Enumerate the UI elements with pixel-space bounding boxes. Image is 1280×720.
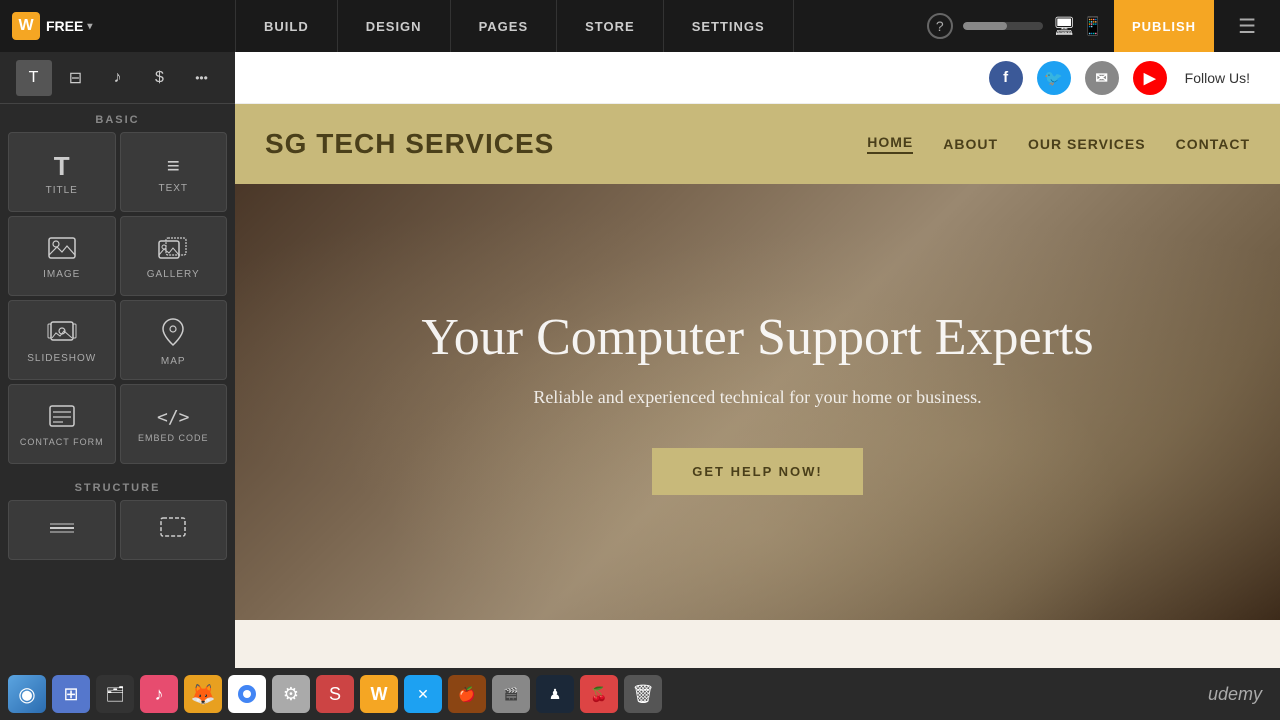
sequel-icon[interactable]: S — [316, 675, 354, 713]
hero-subtitle: Reliable and experienced technical for y… — [421, 387, 1093, 408]
text-icon: ≡ — [167, 155, 180, 177]
embed-code-label: EMBED CODE — [138, 433, 209, 443]
top-nav: BUILD DESIGN PAGES STORE SETTINGS — [235, 0, 927, 52]
contact-form-icon — [49, 405, 75, 431]
twitter-task-icon[interactable]: ✕ — [404, 675, 442, 713]
nav-pages[interactable]: PAGES — [451, 0, 558, 52]
text-tool[interactable]: ≡ TEXT — [120, 132, 228, 212]
nav-contact[interactable]: CONTACT — [1176, 136, 1250, 152]
site-logo: SG TECH SERVICES — [265, 128, 554, 160]
slideshow-tool[interactable]: SLIDESHOW — [8, 300, 116, 380]
divider-icon — [49, 518, 75, 540]
launchpad-icon[interactable]: ⊞ — [52, 675, 90, 713]
follow-bar: f 🐦 ✉ ▶ Follow Us! — [235, 52, 1280, 104]
help-button[interactable]: ? — [927, 13, 953, 39]
sidebar: T ⊟ ♪ $ ••• BASIC T TITLE ≡ TEXT — [0, 52, 235, 668]
title-tool[interactable]: T TITLE — [8, 132, 116, 212]
app3-icon[interactable]: 🗂 — [96, 675, 134, 713]
progress-bar — [963, 22, 1043, 30]
plan-label[interactable]: FREE ▾ — [46, 18, 92, 34]
image-icon — [48, 237, 76, 263]
twitter-icon[interactable]: 🐦 — [1037, 61, 1071, 95]
nav-store[interactable]: STORE — [557, 0, 664, 52]
contact-form-tool[interactable]: CONTACT FORM — [8, 384, 116, 464]
top-right-controls: ? 🖥 📱 PUBLISH ☰ — [927, 0, 1280, 52]
nav-home[interactable]: HOME — [867, 134, 913, 154]
map-tool[interactable]: MAP — [120, 300, 228, 380]
device-switcher: 🖥 📱 — [1053, 16, 1104, 37]
logo-area: W FREE ▾ — [0, 0, 235, 52]
toolbar-icons: T ⊟ ♪ $ ••• — [0, 52, 235, 104]
container-tool[interactable] — [120, 500, 228, 560]
weebly-logo[interactable]: W — [12, 12, 40, 40]
basic-tools-grid: T TITLE ≡ TEXT IMAGE — [0, 132, 235, 472]
email-icon[interactable]: ✉ — [1085, 61, 1119, 95]
top-bar: W FREE ▾ BUILD DESIGN PAGES STORE SETTIN… — [0, 0, 1280, 52]
map-icon — [162, 318, 184, 350]
facebook-icon[interactable]: f — [989, 61, 1023, 95]
gallery-icon — [158, 237, 188, 263]
hero-content: Your Computer Support Experts Reliable a… — [381, 309, 1133, 494]
website-preview: f 🐦 ✉ ▶ Follow Us! SG TECH SERVICES HOME… — [235, 52, 1280, 668]
app13-icon[interactable]: 🍒 — [580, 675, 618, 713]
youtube-icon[interactable]: ▶ — [1133, 61, 1167, 95]
gallery-tool[interactable]: GALLERY — [120, 216, 228, 296]
embed-code-icon: </> — [157, 409, 190, 427]
basic-section-title: BASIC — [0, 104, 235, 132]
settings-icon[interactable]: ⚙ — [272, 675, 310, 713]
nav-about[interactable]: ABOUT — [943, 136, 998, 152]
hero-cta-button[interactable]: GET HELP NOW! — [652, 448, 862, 495]
weebly-task-icon[interactable]: W — [360, 675, 398, 713]
map-label: MAP — [161, 356, 186, 367]
site-header: SG TECH SERVICES HOME ABOUT OUR SERVICES… — [235, 104, 1280, 184]
title-label: TITLE — [46, 185, 78, 196]
desktop-icon[interactable]: 🖥 — [1053, 16, 1076, 37]
steam-icon[interactable]: ♟ — [536, 675, 574, 713]
structure-section-title: STRUCTURE — [0, 472, 235, 500]
hamburger-menu[interactable]: ☰ — [1224, 14, 1270, 39]
publish-button[interactable]: PUBLISH — [1114, 0, 1214, 52]
nav-settings[interactable]: SETTINGS — [664, 0, 794, 52]
main-layout: T ⊟ ♪ $ ••• BASIC T TITLE ≡ TEXT — [0, 52, 1280, 668]
image-tool[interactable]: IMAGE — [8, 216, 116, 296]
more-tools-button[interactable]: ••• — [184, 60, 220, 96]
text-tool-button[interactable]: T — [16, 60, 52, 96]
slideshow-label: SLIDESHOW — [27, 353, 96, 364]
udemy-logo: udemy — [1208, 684, 1272, 705]
progress-fill — [963, 22, 1007, 30]
nav-our-services[interactable]: OUR SERVICES — [1028, 136, 1146, 152]
contact-form-label: CONTACT FORM — [20, 437, 104, 447]
finder-icon[interactable]: ◉ — [8, 675, 46, 713]
gallery-label: GALLERY — [147, 269, 200, 280]
chrome-icon[interactable] — [228, 675, 266, 713]
image-label: IMAGE — [43, 269, 80, 280]
content-area: f 🐦 ✉ ▶ Follow Us! SG TECH SERVICES HOME… — [235, 52, 1280, 668]
slideshow-icon — [47, 321, 77, 347]
embed-code-tool[interactable]: </> EMBED CODE — [120, 384, 228, 464]
taskbar: ◉ ⊞ 🗂 ♪ 🦊 ⚙ S W ✕ 🍎 🎬 ♟ 🍒 🗑 udemy — [0, 668, 1280, 720]
app10-icon[interactable]: 🍎 — [448, 675, 486, 713]
title-icon: T — [54, 153, 70, 179]
itunes-icon[interactable]: ♪ — [140, 675, 178, 713]
divider-tool[interactable] — [8, 500, 116, 560]
layout-tool-button[interactable]: ⊟ — [58, 60, 94, 96]
mobile-icon[interactable]: 📱 — [1082, 16, 1104, 37]
follow-us-text: Follow Us! — [1185, 70, 1250, 86]
dollar-tool-button[interactable]: $ — [142, 60, 178, 96]
music-tool-button[interactable]: ♪ — [100, 60, 136, 96]
structure-tools-grid — [0, 500, 235, 568]
firefox-icon[interactable]: 🦊 — [184, 675, 222, 713]
nav-design[interactable]: DESIGN — [338, 0, 451, 52]
text-label: TEXT — [158, 183, 188, 194]
hero-title: Your Computer Support Experts — [421, 309, 1093, 366]
container-icon — [160, 517, 186, 541]
trash-icon[interactable]: 🗑 — [624, 675, 662, 713]
hero-section: Your Computer Support Experts Reliable a… — [235, 184, 1280, 620]
app11-icon[interactable]: 🎬 — [492, 675, 530, 713]
nav-build[interactable]: BUILD — [235, 0, 338, 52]
site-nav: HOME ABOUT OUR SERVICES CONTACT — [867, 134, 1250, 154]
